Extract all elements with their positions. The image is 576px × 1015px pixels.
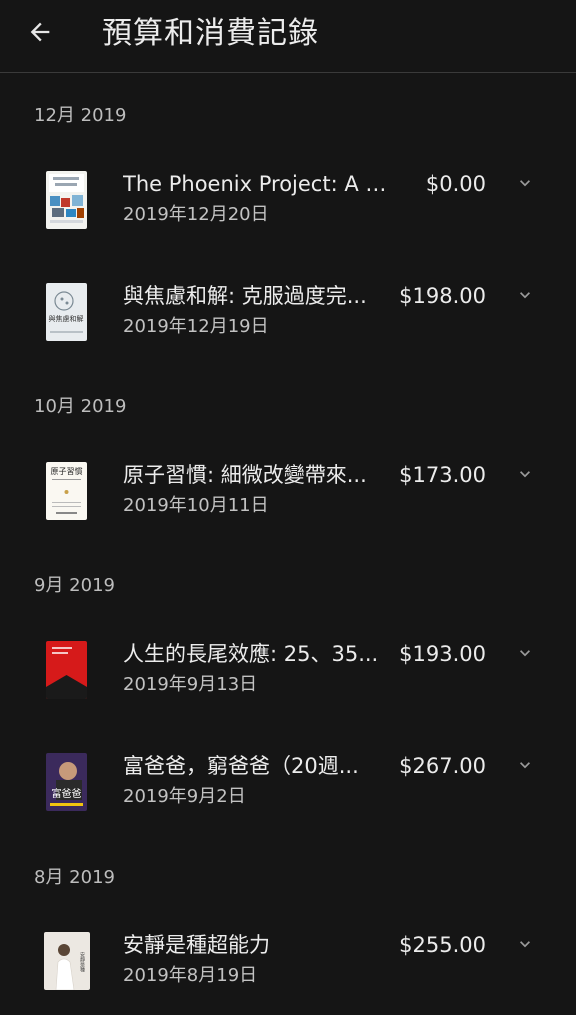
item-price: $255.00 xyxy=(399,933,486,957)
item-date: 2019年9月13日 xyxy=(123,674,258,695)
purchase-row[interactable]: 與焦慮和解 與焦慮和解: 克服過度完... $198.00 2019年12月19… xyxy=(0,248,576,348)
item-title: 原子習慣: 細微改變帶來... xyxy=(123,463,367,487)
page-title: 預算和消費記錄 xyxy=(102,16,319,51)
item-price: $193.00 xyxy=(399,642,486,666)
app-bar: 預算和消費記錄 xyxy=(0,0,576,73)
item-price: $0.00 xyxy=(425,172,486,196)
chevron-down-icon[interactable] xyxy=(512,640,538,666)
section-header-sep-2019: 9月 2019 xyxy=(34,575,115,596)
cover-title: 與焦慮和解 xyxy=(49,314,84,323)
cover-title: 原子習慣 xyxy=(51,466,83,476)
item-title: 富爸爸，窮爸爸（20週... xyxy=(123,754,359,778)
purchase-row[interactable]: 富爸爸 富爸爸，窮爸爸（20週... $267.00 2019年9月2日 xyxy=(0,718,576,818)
section-header-aug-2019: 8月 2019 xyxy=(34,867,115,888)
item-title: The Phoenix Project: A N... xyxy=(123,172,395,196)
purchase-row[interactable]: 安靜是種 安靜是種超能力 $255.00 2019年8月19日 xyxy=(0,897,576,997)
item-date: 2019年8月19日 xyxy=(123,965,258,986)
book-cover-anxiety: 與焦慮和解 xyxy=(46,283,87,341)
item-date: 2019年10月11日 xyxy=(123,495,269,516)
item-date: 2019年9月2日 xyxy=(123,786,246,807)
item-date: 2019年12月20日 xyxy=(123,204,269,225)
purchase-row[interactable]: 原子習慣 原子習慣: 細微改變帶來... $173.00 2019年10月11日 xyxy=(0,427,576,527)
item-price: $198.00 xyxy=(399,284,486,308)
chevron-down-icon[interactable] xyxy=(512,282,538,308)
chevron-down-icon[interactable] xyxy=(512,170,538,196)
item-title: 安靜是種超能力 xyxy=(123,933,270,957)
book-cover-rich-dad: 富爸爸 xyxy=(46,753,87,811)
item-price: $267.00 xyxy=(399,754,486,778)
item-title: 人生的長尾效應: 25、35... xyxy=(123,642,379,666)
purchase-row[interactable]: The Phoenix Project: A N... $0.00 2019年1… xyxy=(0,136,576,236)
chevron-down-icon[interactable] xyxy=(512,752,538,778)
arrow-back-icon xyxy=(26,18,54,50)
book-cover-phoenix-project xyxy=(46,171,87,229)
back-button[interactable] xyxy=(20,14,60,54)
item-date: 2019年12月19日 xyxy=(123,316,269,337)
chevron-down-icon[interactable] xyxy=(512,931,538,957)
item-price: $173.00 xyxy=(399,463,486,487)
item-title: 與焦慮和解: 克服過度完... xyxy=(123,284,367,308)
section-header-dec-2019: 12月 2019 xyxy=(34,105,127,126)
book-cover-quiet-power: 安靜是種 xyxy=(44,932,90,990)
chevron-down-icon[interactable] xyxy=(512,461,538,487)
book-cover-atomic-habits: 原子習慣 xyxy=(46,462,87,520)
purchase-row[interactable]: 人生的長尾效應: 25、35... $193.00 2019年9月13日 xyxy=(0,606,576,706)
book-cover-long-tail xyxy=(46,641,87,699)
section-header-oct-2019: 10月 2019 xyxy=(34,396,127,417)
cover-title: 富爸爸 xyxy=(52,787,82,800)
cover-title: 安靜是種 xyxy=(79,951,85,973)
